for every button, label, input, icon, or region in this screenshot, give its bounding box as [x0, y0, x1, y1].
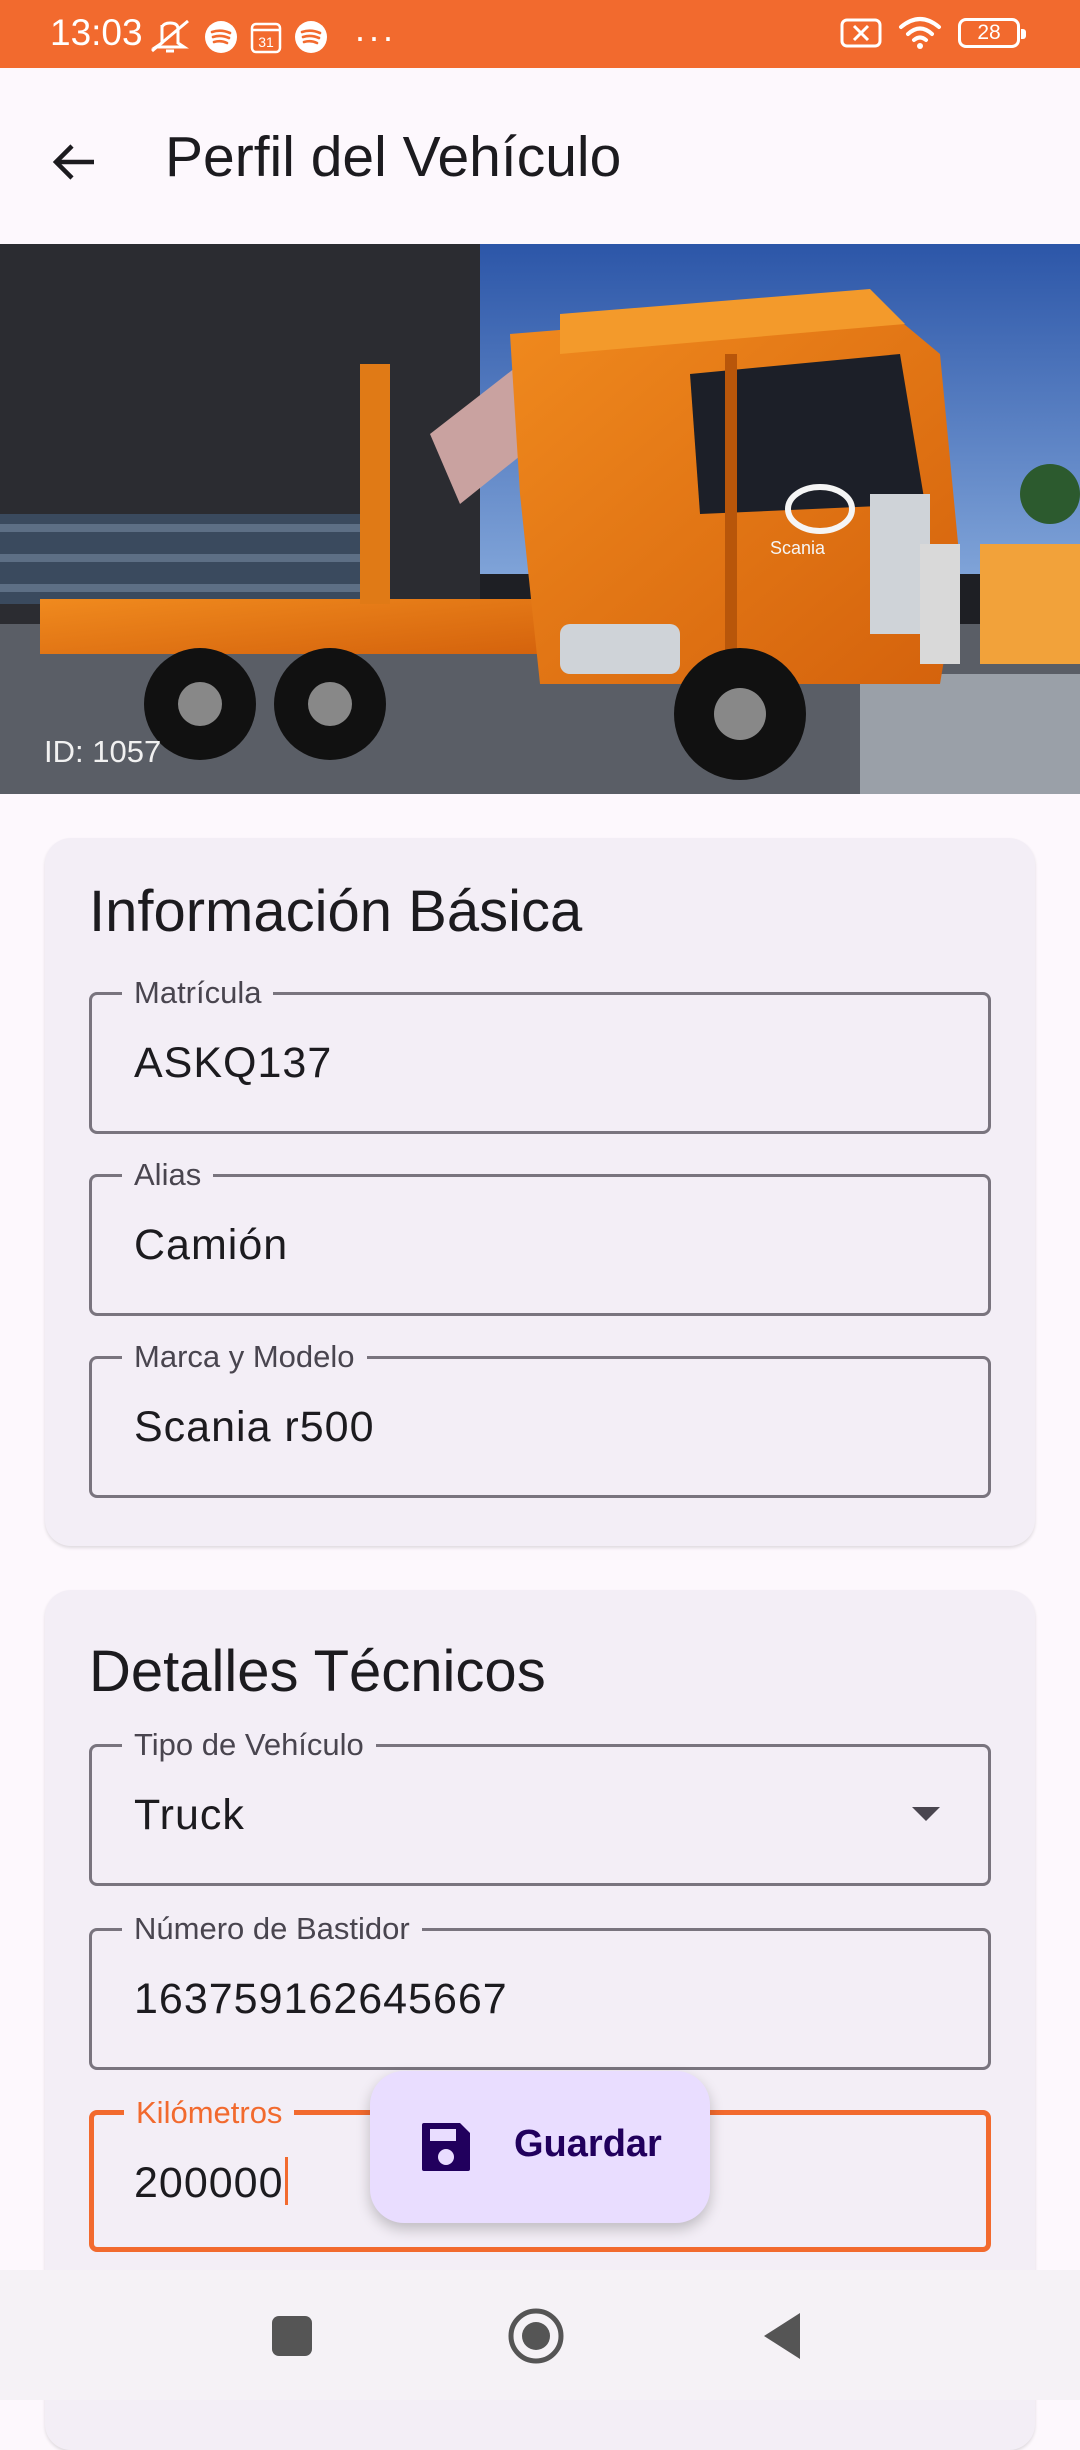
system-nav-bar — [0, 2270, 1080, 2400]
svg-text:Scania: Scania — [770, 538, 826, 558]
system-back-button[interactable] — [752, 2306, 812, 2366]
alias-value: Camión — [134, 1221, 289, 1269]
wifi-icon — [898, 16, 942, 50]
mute-notification-icon — [148, 19, 192, 55]
arrow-back-icon — [52, 144, 94, 180]
vehicle-type-label: Tipo de Vehículo — [122, 1725, 376, 1765]
status-bar: 13:03 31 ··· 28 — [0, 0, 1080, 68]
status-time: 13:03 — [50, 12, 143, 53]
text-cursor — [284, 2157, 288, 2205]
page-title: Perfil del Vehículo — [165, 125, 622, 189]
vehicle-photo: Scania ID: 1057 — [0, 244, 1080, 794]
vehicle-type-value: Truck — [134, 1791, 245, 1839]
home-button[interactable] — [506, 2306, 566, 2366]
alias-label: Alias — [122, 1155, 214, 1195]
chassis-number-label: Número de Bastidor — [122, 1909, 422, 1949]
save-button[interactable]: Guardar — [370, 2071, 710, 2223]
status-right-icons: 28 — [840, 16, 1026, 50]
save-icon — [422, 2123, 470, 2171]
vehicle-type-select[interactable]: Tipo de Vehículo Truck — [89, 1725, 991, 1886]
technical-details-title: Detalles Técnicos — [89, 1639, 546, 1704]
kilometers-value-wrap: 200000 — [134, 2157, 288, 2208]
spotify-icon — [204, 20, 238, 54]
vehicle-id-label: ID: 1057 — [44, 734, 162, 769]
license-plate-value: ASKQ137 — [134, 1039, 333, 1087]
make-model-label: Marca y Modelo — [122, 1337, 367, 1377]
make-model-value: Scania r500 — [134, 1403, 375, 1451]
chassis-number-value: 163759162645667 — [134, 1975, 508, 2023]
save-button-label: Guardar — [514, 2123, 662, 2165]
truck-illustration: Scania — [0, 244, 1080, 794]
spotify-icon-2 — [294, 20, 328, 54]
make-model-field[interactable]: Marca y Modelo Scania r500 — [89, 1337, 991, 1498]
license-plate-field[interactable]: Matrícula ASKQ137 — [89, 973, 991, 1134]
app-bar: Perfil del Vehículo — [0, 68, 1080, 244]
basic-info-card: Información Básica Matrícula ASKQ137 Ali… — [45, 838, 1035, 1546]
alias-field[interactable]: Alias Camión — [89, 1155, 991, 1316]
recents-button[interactable] — [262, 2306, 322, 2366]
battery-icon: 28 — [958, 18, 1026, 48]
back-triangle-icon — [764, 2313, 800, 2359]
license-plate-label: Matrícula — [122, 973, 274, 1013]
calendar-icon: 31 — [250, 20, 282, 54]
more-dots-icon: ··· — [354, 16, 396, 57]
dropdown-arrow-icon[interactable] — [912, 1807, 940, 1821]
home-circle-icon — [508, 2308, 564, 2364]
back-button[interactable] — [32, 120, 116, 204]
kilometers-label: Kilómetros — [124, 2093, 295, 2133]
basic-info-title: Información Básica — [89, 879, 583, 944]
calendar-day-text: 31 — [258, 34, 274, 50]
sim-error-icon — [840, 17, 882, 49]
chassis-number-field[interactable]: Número de Bastidor 163759162645667 — [89, 1909, 991, 2070]
kilometers-value: 200000 — [134, 2159, 284, 2207]
status-left-icons: 31 ··· — [148, 16, 396, 58]
recents-square-icon — [272, 2316, 312, 2356]
